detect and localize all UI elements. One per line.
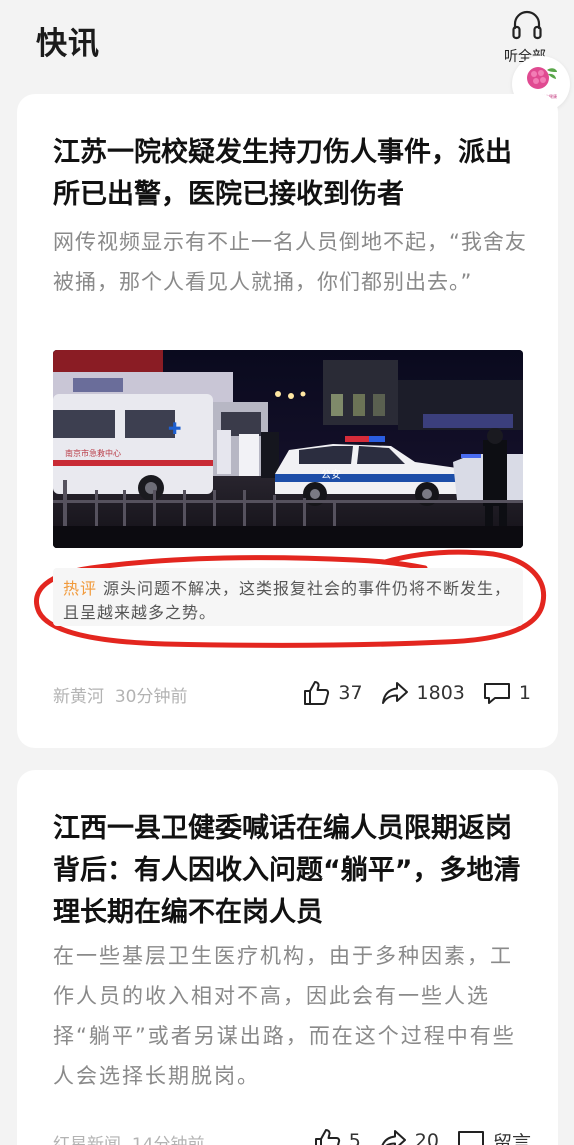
news-actions: 5 20 留言 xyxy=(313,1126,531,1145)
news-meta-row: 新黄河 30分钟前 37 1803 1 xyxy=(53,678,531,708)
hot-comment-box[interactable]: 热评 源头问题不解决，这类报复社会的事件仍将不断发生，且呈越来越多之势。 xyxy=(53,568,523,626)
news-time: 14分钟前 xyxy=(131,1135,205,1145)
news-time: 30分钟前 xyxy=(114,687,188,707)
news-title[interactable]: 江苏一院校疑发生持刀伤人事件，派出所已出警，医院已接收到伤者 xyxy=(53,132,531,216)
share-button[interactable]: 20 xyxy=(379,1129,439,1145)
news-source: 红星新闻 xyxy=(53,1135,121,1145)
comment-button[interactable]: 1 xyxy=(483,681,531,705)
headphones-icon xyxy=(512,10,542,40)
like-button[interactable]: 37 xyxy=(302,680,363,706)
share-button[interactable]: 1803 xyxy=(381,681,465,705)
news-source: 新黄河 xyxy=(53,687,104,707)
news-actions: 37 1803 1 xyxy=(302,678,531,708)
hot-comment-body: 源头问题不解决，这类报复社会的事件仍将不断发生，且呈越来越多之势。 xyxy=(63,579,512,622)
news-source-time: 新黄河 30分钟前 xyxy=(53,682,187,707)
like-count: 5 xyxy=(348,1130,361,1145)
thumbs-up-icon xyxy=(314,1129,340,1145)
news-card[interactable]: 江苏一院校疑发生持刀伤人事件，派出所已出警，医院已接收到伤者 网传视频显示有不止… xyxy=(17,94,558,748)
comment-count: 1 xyxy=(518,682,531,704)
news-flash-page: 快讯 听全部 与本网医学大健康 江苏一院校疑发生持刀伤人事件，派出所 xyxy=(0,0,574,1145)
share-arrow-icon xyxy=(381,682,408,704)
share-count: 20 xyxy=(414,1130,439,1145)
header: 快讯 听全部 与本网医学大健康 xyxy=(0,0,574,112)
news-source-time: 红星新闻 14分钟前 xyxy=(53,1130,204,1145)
news-photo[interactable]: ✚ 南京市急救中心 公安 xyxy=(53,350,523,548)
ambulance-side-text: 南京市急救中心 xyxy=(65,448,121,458)
like-count: 37 xyxy=(338,682,363,704)
news-meta-row: 红星新闻 14分钟前 5 20 留言 xyxy=(53,1126,531,1145)
hot-comment-text: 热评 源头问题不解决，这类报复社会的事件仍将不断发生，且呈越来越多之势。 xyxy=(63,577,515,625)
comment-button[interactable]: 留言 xyxy=(457,1128,531,1145)
news-card[interactable]: 江西一县卫健委喊话在编人员限期返岗背后：有人因收入问题“躺平”，多地清理长期在编… xyxy=(17,770,558,1145)
comment-bubble-icon xyxy=(483,683,510,704)
night-ambulance-scene: ✚ 南京市急救中心 公安 xyxy=(53,350,523,548)
like-button[interactable]: 5 xyxy=(313,1128,361,1145)
page-title: 快讯 xyxy=(36,26,100,62)
flower-logo-icon xyxy=(527,67,557,89)
comment-bubble-icon xyxy=(457,1131,484,1145)
thumbs-up-icon xyxy=(304,681,330,705)
news-summary: 网传视频显示有不止一名人员倒地不起，“我舍友被捅，那个人看见人就捅，你们都别出去… xyxy=(53,230,527,294)
share-count: 1803 xyxy=(416,682,465,704)
share-arrow-icon xyxy=(381,1130,406,1145)
police-car-label: 公安 xyxy=(321,468,341,481)
comment-count: 留言 xyxy=(492,1131,531,1145)
news-title[interactable]: 江西一县卫健委喊话在编人员限期返岗背后：有人因收入问题“躺平”，多地清理长期在编… xyxy=(53,808,531,934)
ambulance-cross: ✚ xyxy=(168,419,181,438)
hot-comment-tag: 热评 xyxy=(63,579,98,598)
news-summary: 在一些基层卫生医疗机构，由于多种因素，工作人员的收入相对不高，因此会有一些人选择… xyxy=(53,944,516,1088)
